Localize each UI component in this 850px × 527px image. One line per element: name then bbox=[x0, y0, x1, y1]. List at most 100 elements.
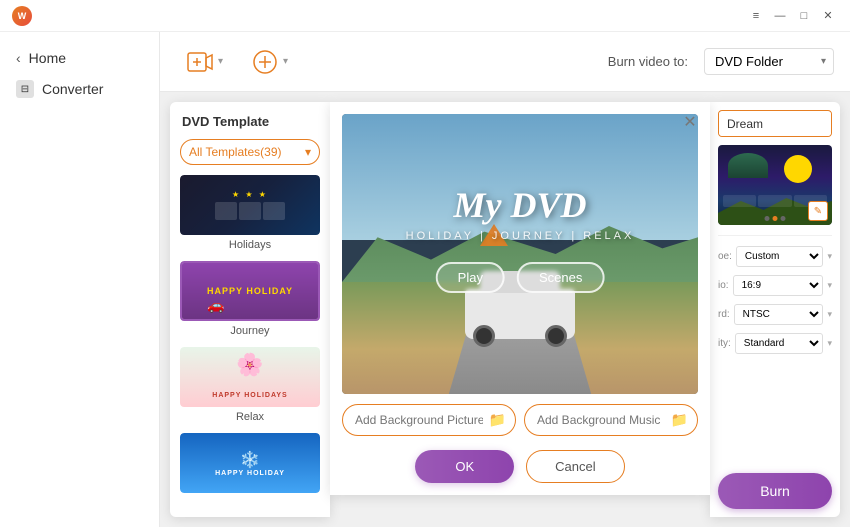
ok-button[interactable]: OK bbox=[415, 450, 514, 483]
app-icon: W bbox=[12, 6, 32, 26]
burn-destination-wrapper[interactable]: DVD Folder DVD Disc ISO File ▾ bbox=[704, 48, 834, 75]
standard-label: rd: bbox=[718, 309, 730, 320]
template-item-journey[interactable]: HAPPY HOLIDAY 🚗 Journey bbox=[180, 261, 320, 337]
template-item-holidays[interactable]: ★ ★ ★ Holidays bbox=[180, 175, 320, 251]
quality-label: ity: bbox=[718, 338, 731, 349]
template-name-journey: Journey bbox=[180, 325, 320, 337]
dialog-overlay: DVD Template All Templates(39) ▾ ★ ★ ★ bbox=[160, 92, 850, 527]
menu-btn[interactable]: ≡ bbox=[746, 6, 766, 26]
add-video-icon bbox=[186, 48, 214, 76]
template-name-holidays: Holidays bbox=[180, 239, 320, 251]
standard-setting-row: rd: NTSC PAL ▾ bbox=[718, 304, 832, 325]
car-body bbox=[465, 289, 575, 339]
journey-car-icon: 🚗 bbox=[207, 297, 224, 314]
quality-arrow-icon: ▾ bbox=[827, 338, 832, 349]
type-arrow-icon: ▾ bbox=[827, 251, 832, 262]
minimize-btn[interactable]: — bbox=[770, 6, 790, 26]
add-video-button[interactable]: ▾ bbox=[176, 42, 233, 82]
background-inputs: 📁 📁 bbox=[342, 404, 698, 436]
cancel-button[interactable]: Cancel bbox=[526, 450, 624, 483]
edit-thumb-button[interactable]: ✎ bbox=[808, 201, 828, 221]
car-wheel-left bbox=[473, 325, 495, 347]
template-item-relax[interactable]: 🌸 HAPPY HOLIDAYS Relax bbox=[180, 347, 320, 423]
add-video-arrow-icon: ▾ bbox=[218, 56, 223, 67]
sidebar-converter-item[interactable]: ⊟ Converter bbox=[0, 72, 159, 106]
add-photo-arrow-icon: ▾ bbox=[283, 56, 288, 67]
moon-icon bbox=[784, 155, 812, 183]
relax-text: HAPPY HOLIDAYS bbox=[212, 392, 287, 399]
relax-flower-icon: 🌸 bbox=[236, 352, 263, 378]
template-name-relax: Relax bbox=[180, 411, 320, 423]
sidebar: ‹ Home ⊟ Converter bbox=[0, 32, 160, 527]
preview-dvd-title: My DVD bbox=[342, 184, 698, 226]
template-filter-label: All Templates(39) bbox=[189, 145, 281, 159]
preview-title: My DVD HOLIDAY | JOURNEY | RELAX bbox=[342, 184, 698, 242]
journey-inner: HAPPY HOLIDAY 🚗 bbox=[182, 263, 318, 319]
burn-button[interactable]: Burn bbox=[718, 473, 832, 509]
main-content: ▾ ▾ Burn video to: DVD Folder DVD Disc I… bbox=[160, 32, 850, 527]
add-photo-button[interactable]: ▾ bbox=[241, 42, 298, 82]
template-item-winter[interactable]: ❄️ HAPPY HOLIDAY bbox=[180, 433, 320, 493]
quality-select[interactable]: Standard High bbox=[735, 333, 824, 354]
preview-scenes-button[interactable]: Scenes bbox=[517, 262, 604, 293]
search-box[interactable]: ▶ bbox=[718, 110, 832, 137]
winter-text: HAPPY HOLIDAY bbox=[215, 470, 285, 477]
template-list: ★ ★ ★ Holidays HAPPY HOLID bbox=[170, 175, 330, 505]
template-filter-arrow-icon: ▾ bbox=[305, 145, 311, 159]
holidays-bars bbox=[215, 202, 285, 220]
ratio-label: io: bbox=[718, 280, 729, 291]
dvd-preview: My DVD HOLIDAY | JOURNEY | RELAX Play Sc… bbox=[342, 114, 698, 394]
settings-preview-thumb: ✎ bbox=[718, 145, 832, 225]
window-controls: ≡ — □ ✕ bbox=[746, 6, 838, 26]
title-bar: W ≡ — □ ✕ bbox=[0, 0, 850, 32]
ratio-arrow-icon: ▾ bbox=[827, 280, 832, 291]
preview-play-button[interactable]: Play bbox=[436, 262, 505, 293]
template-thumb-holidays: ★ ★ ★ bbox=[180, 175, 320, 235]
settings-panel: ▶ ✎ bbox=[710, 102, 840, 517]
toolbar: ▾ ▾ Burn video to: DVD Folder DVD Disc I… bbox=[160, 32, 850, 92]
winter-snowflake-icon: ❄️ bbox=[215, 450, 285, 470]
settings-divider-1 bbox=[718, 235, 832, 236]
car-wheel-right bbox=[545, 325, 567, 347]
bg-music-folder-icon[interactable]: 📁 bbox=[671, 412, 688, 429]
holidays-stars-icon: ★ ★ ★ bbox=[232, 190, 268, 199]
template-thumb-journey: HAPPY HOLIDAY 🚗 bbox=[180, 261, 320, 321]
sidebar-home-label: Home bbox=[29, 50, 66, 66]
quality-setting-row: ity: Standard High ▾ bbox=[718, 333, 832, 354]
bg-picture-wrapper: 📁 bbox=[342, 404, 516, 436]
standard-select[interactable]: NTSC PAL bbox=[734, 304, 824, 325]
preview-dvd-subtitle: HOLIDAY | JOURNEY | RELAX bbox=[342, 230, 698, 242]
preview-area: ✕ bbox=[330, 102, 710, 495]
template-panel: DVD Template All Templates(39) ▾ ★ ★ ★ bbox=[170, 102, 330, 517]
bg-picture-folder-icon[interactable]: 📁 bbox=[489, 412, 506, 429]
sidebar-converter-label: Converter bbox=[42, 81, 103, 97]
back-arrow-icon: ‹ bbox=[16, 50, 21, 66]
preview-buttons: Play Scenes bbox=[436, 262, 605, 293]
sidebar-back-button[interactable]: ‹ Home bbox=[0, 44, 159, 72]
ratio-select[interactable]: 16:9 4:3 bbox=[733, 275, 824, 296]
dot-2 bbox=[773, 216, 778, 221]
add-photo-icon bbox=[251, 48, 279, 76]
close-btn[interactable]: ✕ bbox=[818, 6, 838, 26]
template-thumb-relax: 🌸 HAPPY HOLIDAYS bbox=[180, 347, 320, 407]
type-select[interactable]: Custom Standard bbox=[736, 246, 824, 267]
template-thumb-winter: ❄️ HAPPY HOLIDAY bbox=[180, 433, 320, 493]
ratio-setting-row: io: 16:9 4:3 ▾ bbox=[718, 275, 832, 296]
bg-music-wrapper: 📁 bbox=[524, 404, 698, 436]
dialog-title: DVD Template bbox=[170, 114, 330, 139]
strip-1 bbox=[723, 195, 756, 207]
strip-2 bbox=[758, 195, 791, 207]
type-label: oe: bbox=[718, 251, 732, 262]
dialog-close-button[interactable]: ✕ bbox=[680, 112, 700, 132]
search-input[interactable] bbox=[719, 112, 832, 136]
burn-destination-select[interactable]: DVD Folder DVD Disc ISO File bbox=[704, 48, 834, 75]
burn-video-label: Burn video to: bbox=[608, 54, 688, 69]
journey-holiday-text: HAPPY HOLIDAY bbox=[207, 286, 293, 296]
standard-arrow-icon: ▾ bbox=[827, 309, 832, 320]
mountain-left-icon bbox=[728, 153, 768, 178]
template-filter-dropdown[interactable]: All Templates(39) ▾ bbox=[180, 139, 320, 165]
converter-icon: ⊟ bbox=[16, 80, 34, 98]
dialog-actions: OK Cancel bbox=[342, 446, 698, 483]
maximize-btn[interactable]: □ bbox=[794, 6, 814, 26]
dot-1 bbox=[765, 216, 770, 221]
